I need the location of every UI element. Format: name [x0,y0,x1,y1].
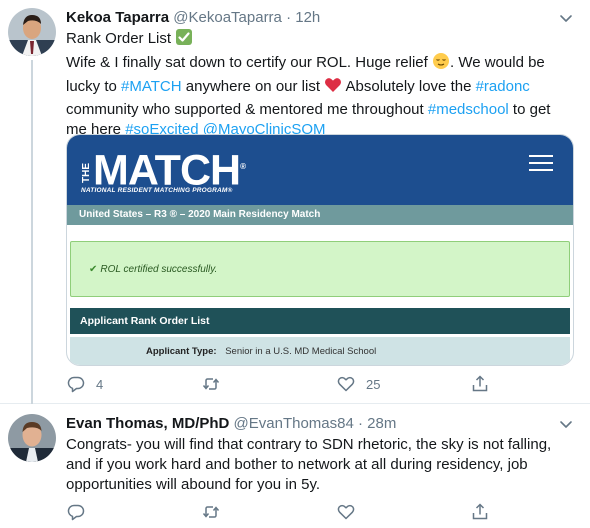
text-span: . We would be [449,54,545,71]
text-span: to get [508,101,551,118]
tweet-image[interactable]: THE MATCH® NATIONAL RESIDENT MATCHING PR… [66,134,574,366]
logo-registered: ® [240,162,246,171]
check-mark-icon [175,28,193,52]
tweet-line: Wife & I finally sat down to certify our… [66,52,576,76]
match-header: THE MATCH® NATIONAL RESIDENT MATCHING PR… [67,135,573,205]
heart-icon [337,504,355,520]
avatar[interactable] [8,414,56,462]
share-button[interactable] [470,502,490,522]
avatar[interactable] [8,8,56,56]
reply-button[interactable] [66,502,86,522]
chevron-down-icon[interactable] [556,414,576,434]
relieved-face-icon [432,52,450,76]
like-button[interactable]: 25 [336,374,380,394]
rol-header: Applicant Rank Order List [70,308,570,334]
tweet-line: and if you work hard and bother to netwo… [66,456,528,473]
tweet-actions: 4 25 [66,374,506,394]
chevron-down-icon[interactable] [556,8,576,28]
hashtag-radonc-link[interactable]: #radonc [476,78,530,95]
reply-count: 4 [96,376,104,392]
text-span: Absolutely love the [342,78,476,95]
share-icon [472,375,488,392]
tweet-2[interactable]: Evan Thomas, MD/PhD @EvanThomas84 · 28m … [0,405,590,528]
tweet-line: Rank Order List [66,28,576,52]
tweet-text: Congrats- you will find that contrary to… [66,435,576,495]
tweet-text: Rank Order List Wife & I finally sat dow… [66,28,576,140]
tweet-line: community who supported & mentored me th… [66,100,576,120]
share-button[interactable] [470,374,490,394]
separator-dot: · [358,415,363,432]
tweet-line: lucky to #MATCH anywhere on our list Abs… [66,76,576,100]
tweet-actions [66,502,506,522]
retweet-icon [202,378,220,390]
heart-icon [337,376,355,392]
reply-button[interactable]: 4 [66,374,103,394]
text-span: Wife & I finally sat down to certify our… [66,54,432,71]
hashtag-medschool-link[interactable]: #medschool [428,101,509,118]
thread-line [31,60,33,404]
timestamp[interactable]: 28m [367,415,396,432]
display-name[interactable]: Evan Thomas, MD/PhD [66,415,229,432]
success-alert: ✔ ROL certified successfully. [70,241,570,297]
reply-icon [67,504,85,521]
text-span: community who supported & mentored me th… [66,101,428,118]
tweet-line: Congrats- you will find that contrary to… [66,436,552,453]
tweet-title: Rank Order List [66,30,172,47]
display-name[interactable]: Kekoa Taparra [66,9,169,26]
red-heart-icon [324,76,342,100]
handle[interactable]: @EvanThomas84 [234,415,354,432]
logo-match-word: MATCH® [93,145,246,192]
retweet-button[interactable] [201,374,231,394]
tweet-header: Kekoa Taparra @KekoaTaparra · 12h [66,8,320,28]
text-span: anywhere on our list [181,78,325,95]
checkmark-icon: ✔ [89,264,98,275]
applicant-type-value: Senior in a U.S. MD Medical School [225,346,377,357]
logo-subtitle: NATIONAL RESIDENT MATCHING PROGRAM® [81,187,233,194]
logo-the: THE [81,163,92,183]
hashtag-match-link[interactable]: #MATCH [121,78,182,95]
tweet-header: Evan Thomas, MD/PhD @EvanThomas84 · 28m [66,414,396,434]
tweet-line: opportunities will abound for you in 5y. [66,476,321,493]
match-context-bar: United States – R3 ® – 2020 Main Residen… [67,205,573,225]
handle[interactable]: @KekoaTaparra [173,9,282,26]
success-message: ✔ ROL certified successfully. [89,264,217,275]
retweet-icon [202,506,220,518]
success-text: ROL certified successfully. [100,264,218,275]
share-icon [472,503,488,520]
like-count: 25 [366,376,381,392]
reply-icon [67,376,85,393]
separator-dot: · [286,9,292,26]
text-span: lucky to [66,78,122,95]
retweet-button[interactable] [201,502,221,522]
like-button[interactable] [336,502,356,522]
timestamp[interactable]: 12h [295,9,320,26]
applicant-type-row: Applicant Type: Senior in a U.S. MD Medi… [70,337,570,365]
applicant-type-label: Applicant Type: [146,346,217,357]
tweet-1[interactable]: Kekoa Taparra @KekoaTaparra · 12h Rank O… [0,0,590,404]
hamburger-menu-icon[interactable] [529,155,553,173]
